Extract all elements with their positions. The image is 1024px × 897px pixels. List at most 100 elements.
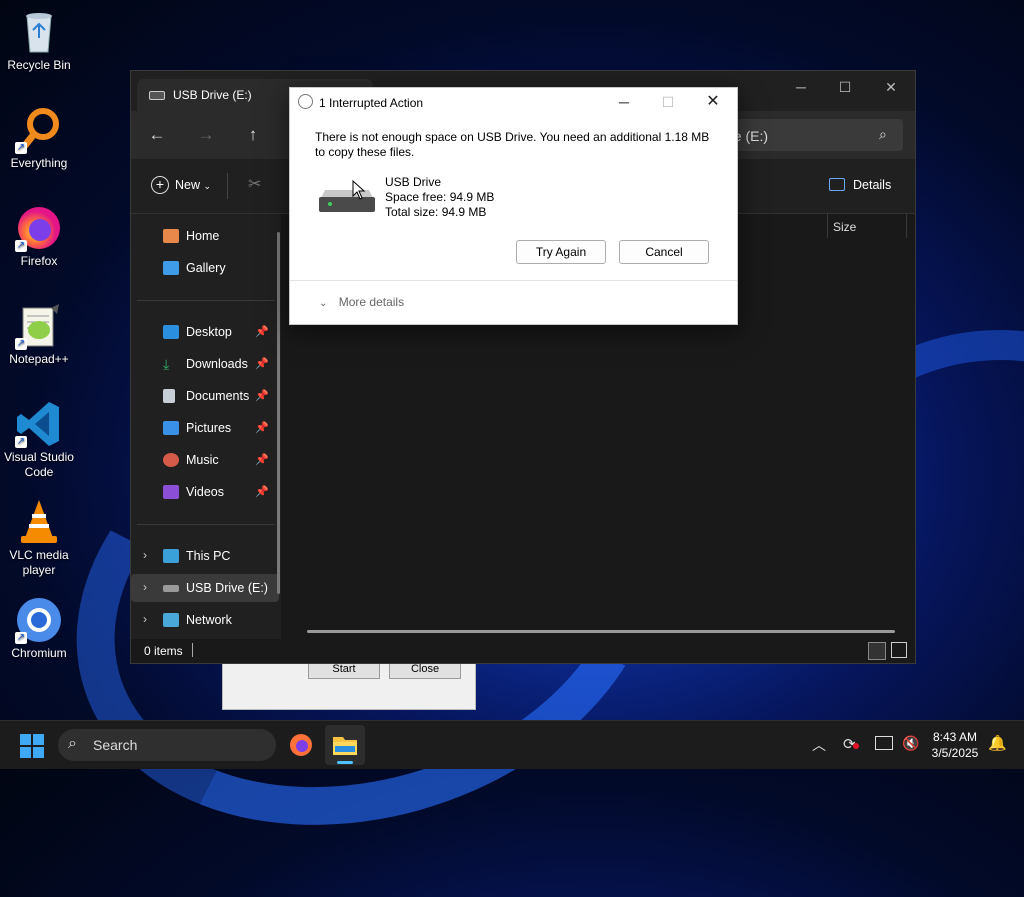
nav-separator	[137, 300, 275, 301]
chevron-right-icon[interactable]: ›	[143, 612, 147, 626]
sync-icon[interactable]: ⟳	[843, 735, 859, 753]
search-icon[interactable]: ⌕	[879, 126, 887, 143]
nav-item-videos[interactable]: Videos 📌	[131, 478, 279, 506]
drive-name: USB Drive	[385, 175, 442, 189]
show-hidden-icons-chevron[interactable]: ︿	[812, 735, 826, 755]
search-placeholder: Search	[93, 737, 138, 753]
minimize-icon[interactable]: ─	[787, 79, 815, 97]
start-button[interactable]	[20, 734, 44, 758]
notepad-plus-plus-icon: ↗	[15, 302, 63, 350]
navigation-pane: Home Gallery Desktop 📌 ⤓ Downloads 📌 Doc…	[131, 214, 281, 662]
pin-icon: 📌	[255, 326, 269, 338]
taskbar-firefox-icon[interactable]	[289, 733, 313, 757]
tab-title: USB Drive (E:)	[173, 88, 252, 102]
desktop-icon-firefox[interactable]: ↗ Firefox	[2, 204, 76, 269]
drive-info: USB Drive Space free: 94.9 MB Total size…	[385, 175, 494, 220]
nav-item-usb-drive[interactable]: › USB Drive (E:)	[131, 574, 279, 602]
desktop-icon-vlc[interactable]: VLC media player	[2, 498, 76, 578]
details-pane-icon	[829, 178, 845, 191]
nav-item-desktop[interactable]: Desktop 📌	[131, 318, 279, 346]
new-label: New	[175, 178, 201, 192]
maximize-icon[interactable]: ☐	[831, 79, 859, 97]
desktop-folder-icon	[163, 325, 179, 339]
sidebar-scrollbar[interactable]	[277, 232, 280, 594]
pin-icon: 📌	[255, 358, 269, 370]
column-divider	[906, 214, 907, 238]
windows-logo-icon	[20, 734, 44, 758]
pin-icon: 📌	[255, 422, 269, 434]
desktop-icon-everything[interactable]: ↗ Everything	[2, 106, 76, 171]
column-header-size[interactable]: Size	[833, 220, 856, 234]
chromium-icon: ↗	[15, 596, 63, 644]
clock[interactable]: 8:43 AM 3/5/2025	[925, 729, 985, 761]
tiles-view-icon[interactable]	[891, 642, 907, 658]
taskbar-file-explorer-button[interactable]	[325, 725, 365, 765]
music-icon	[163, 453, 179, 467]
dialog-maximize-icon: ☐	[661, 94, 675, 110]
volume-muted-icon[interactable]: 🔇	[902, 735, 919, 752]
forward-arrow-icon[interactable]: →	[194, 123, 218, 147]
status-divider	[192, 643, 193, 657]
new-button[interactable]: New ⌄	[175, 178, 211, 192]
search-icon: ⌕	[68, 735, 77, 752]
dialog-title: 1 Interrupted Action	[319, 96, 424, 110]
desktop-icon-recycle-bin[interactable]: Recycle Bin	[2, 8, 76, 73]
dialog-minimize-icon[interactable]: ─	[602, 90, 646, 114]
gallery-icon	[163, 261, 179, 275]
nav-item-downloads[interactable]: ⤓ Downloads 📌	[131, 350, 279, 378]
recycle-bin-icon	[15, 8, 63, 56]
address-bar[interactable]: rive (E:) ⌕	[719, 119, 903, 151]
pin-icon: 📌	[255, 454, 269, 466]
computer-icon	[163, 549, 179, 563]
network-status-icon[interactable]	[875, 736, 893, 750]
space-free: Space free: 94.9 MB	[385, 190, 495, 204]
item-count: 0 items	[144, 644, 183, 658]
clock-date: 3/5/2025	[931, 746, 979, 760]
nav-item-network[interactable]: › Network	[131, 606, 279, 634]
desktop-icon-chromium[interactable]: ↗ Chromium	[2, 596, 76, 661]
usb-drive-large-icon	[319, 180, 375, 212]
back-arrow-icon[interactable]: ←	[145, 123, 169, 147]
nav-item-music[interactable]: Music 📌	[131, 446, 279, 474]
mouse-cursor-icon	[352, 179, 366, 203]
up-arrow-icon[interactable]: ↑	[241, 123, 265, 147]
cut-icon[interactable]: ✂	[248, 174, 261, 194]
pin-icon: 📌	[255, 486, 269, 498]
column-divider	[827, 214, 828, 238]
videos-icon	[163, 485, 179, 499]
desktop-icon-vscode[interactable]: ↗ Visual Studio Code	[2, 400, 76, 480]
notification-bell-icon[interactable]: 🔔	[988, 734, 1007, 752]
more-details-toggle[interactable]: ⌄ More details	[319, 295, 404, 309]
details-button[interactable]: Details	[853, 178, 891, 192]
network-icon	[163, 613, 179, 627]
drive-icon	[149, 91, 165, 100]
vscode-icon: ↗	[15, 400, 63, 448]
try-again-button[interactable]: Try Again	[516, 240, 606, 264]
dialog-divider	[290, 280, 737, 281]
chevron-down-icon: ⌄	[319, 298, 328, 309]
download-icon: ⤓	[163, 356, 170, 372]
chevron-right-icon[interactable]: ›	[143, 548, 147, 562]
vlc-icon	[15, 498, 63, 546]
dialog-close-icon[interactable]: ✕	[691, 90, 735, 114]
nav-item-pictures[interactable]: Pictures 📌	[131, 414, 279, 442]
toolbar-divider	[227, 173, 228, 199]
firefox-icon: ↗	[15, 204, 63, 252]
dialog-message: There is not enough space on USB Drive. …	[315, 130, 709, 160]
horizontal-scrollbar[interactable]	[307, 630, 895, 633]
plus-icon: +	[151, 176, 169, 194]
nav-item-home[interactable]: Home	[131, 222, 279, 250]
dialog-titlebar: 1 Interrupted Action ─ ☐ ✕	[290, 88, 737, 116]
nav-item-gallery[interactable]: Gallery	[131, 254, 279, 282]
cancel-button[interactable]: Cancel	[619, 240, 709, 264]
clock-icon	[298, 94, 313, 109]
desktop-icon-notepadpp[interactable]: ↗ Notepad++	[2, 302, 76, 367]
pictures-icon	[163, 421, 179, 435]
details-view-icon[interactable]	[868, 642, 886, 660]
taskbar-search-box[interactable]: ⌕ Search	[58, 729, 276, 761]
interrupted-action-dialog: 1 Interrupted Action ─ ☐ ✕ There is not …	[289, 87, 738, 325]
close-icon[interactable]: ✕	[877, 79, 905, 97]
chevron-right-icon[interactable]: ›	[143, 580, 147, 594]
nav-item-this-pc[interactable]: › This PC	[131, 542, 279, 570]
nav-item-documents[interactable]: Documents 📌	[131, 382, 279, 410]
